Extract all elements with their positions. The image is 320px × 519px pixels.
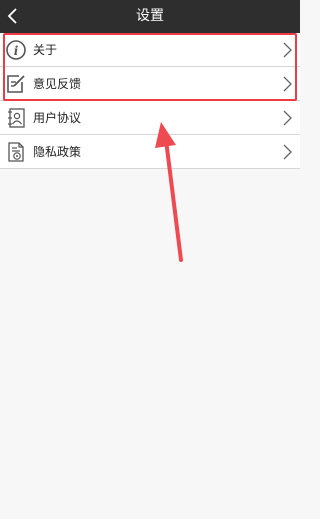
settings-item-label: 关于 xyxy=(33,43,58,57)
settings-item-label: 意见反馈 xyxy=(33,77,82,91)
user-agreement-icon xyxy=(8,108,25,128)
settings-item-feedback[interactable]: 意见反馈 xyxy=(0,67,300,101)
chevron-right-icon xyxy=(283,110,292,126)
chevron-right-icon xyxy=(283,144,292,160)
chevron-right-icon xyxy=(283,76,292,92)
settings-item-privacy-policy[interactable]: 隐私政策 xyxy=(0,135,300,169)
privacy-policy-icon xyxy=(8,142,24,162)
settings-item-label: 隐私政策 xyxy=(33,145,82,159)
feedback-edit-icon xyxy=(7,75,25,93)
info-icon: i xyxy=(6,40,26,60)
settings-item-user-agreement[interactable]: 用户协议 xyxy=(0,101,300,135)
settings-item-about[interactable]: i 关于 xyxy=(0,33,300,67)
top-navigation-bar: 设置 xyxy=(0,0,300,33)
settings-list: i 关于 意见反馈 用户协议 隐私政策 xyxy=(0,33,300,169)
svg-text:i: i xyxy=(14,44,19,58)
page-title: 设置 xyxy=(136,8,164,24)
chevron-right-icon xyxy=(283,42,292,58)
settings-item-label: 用户协议 xyxy=(33,111,82,125)
